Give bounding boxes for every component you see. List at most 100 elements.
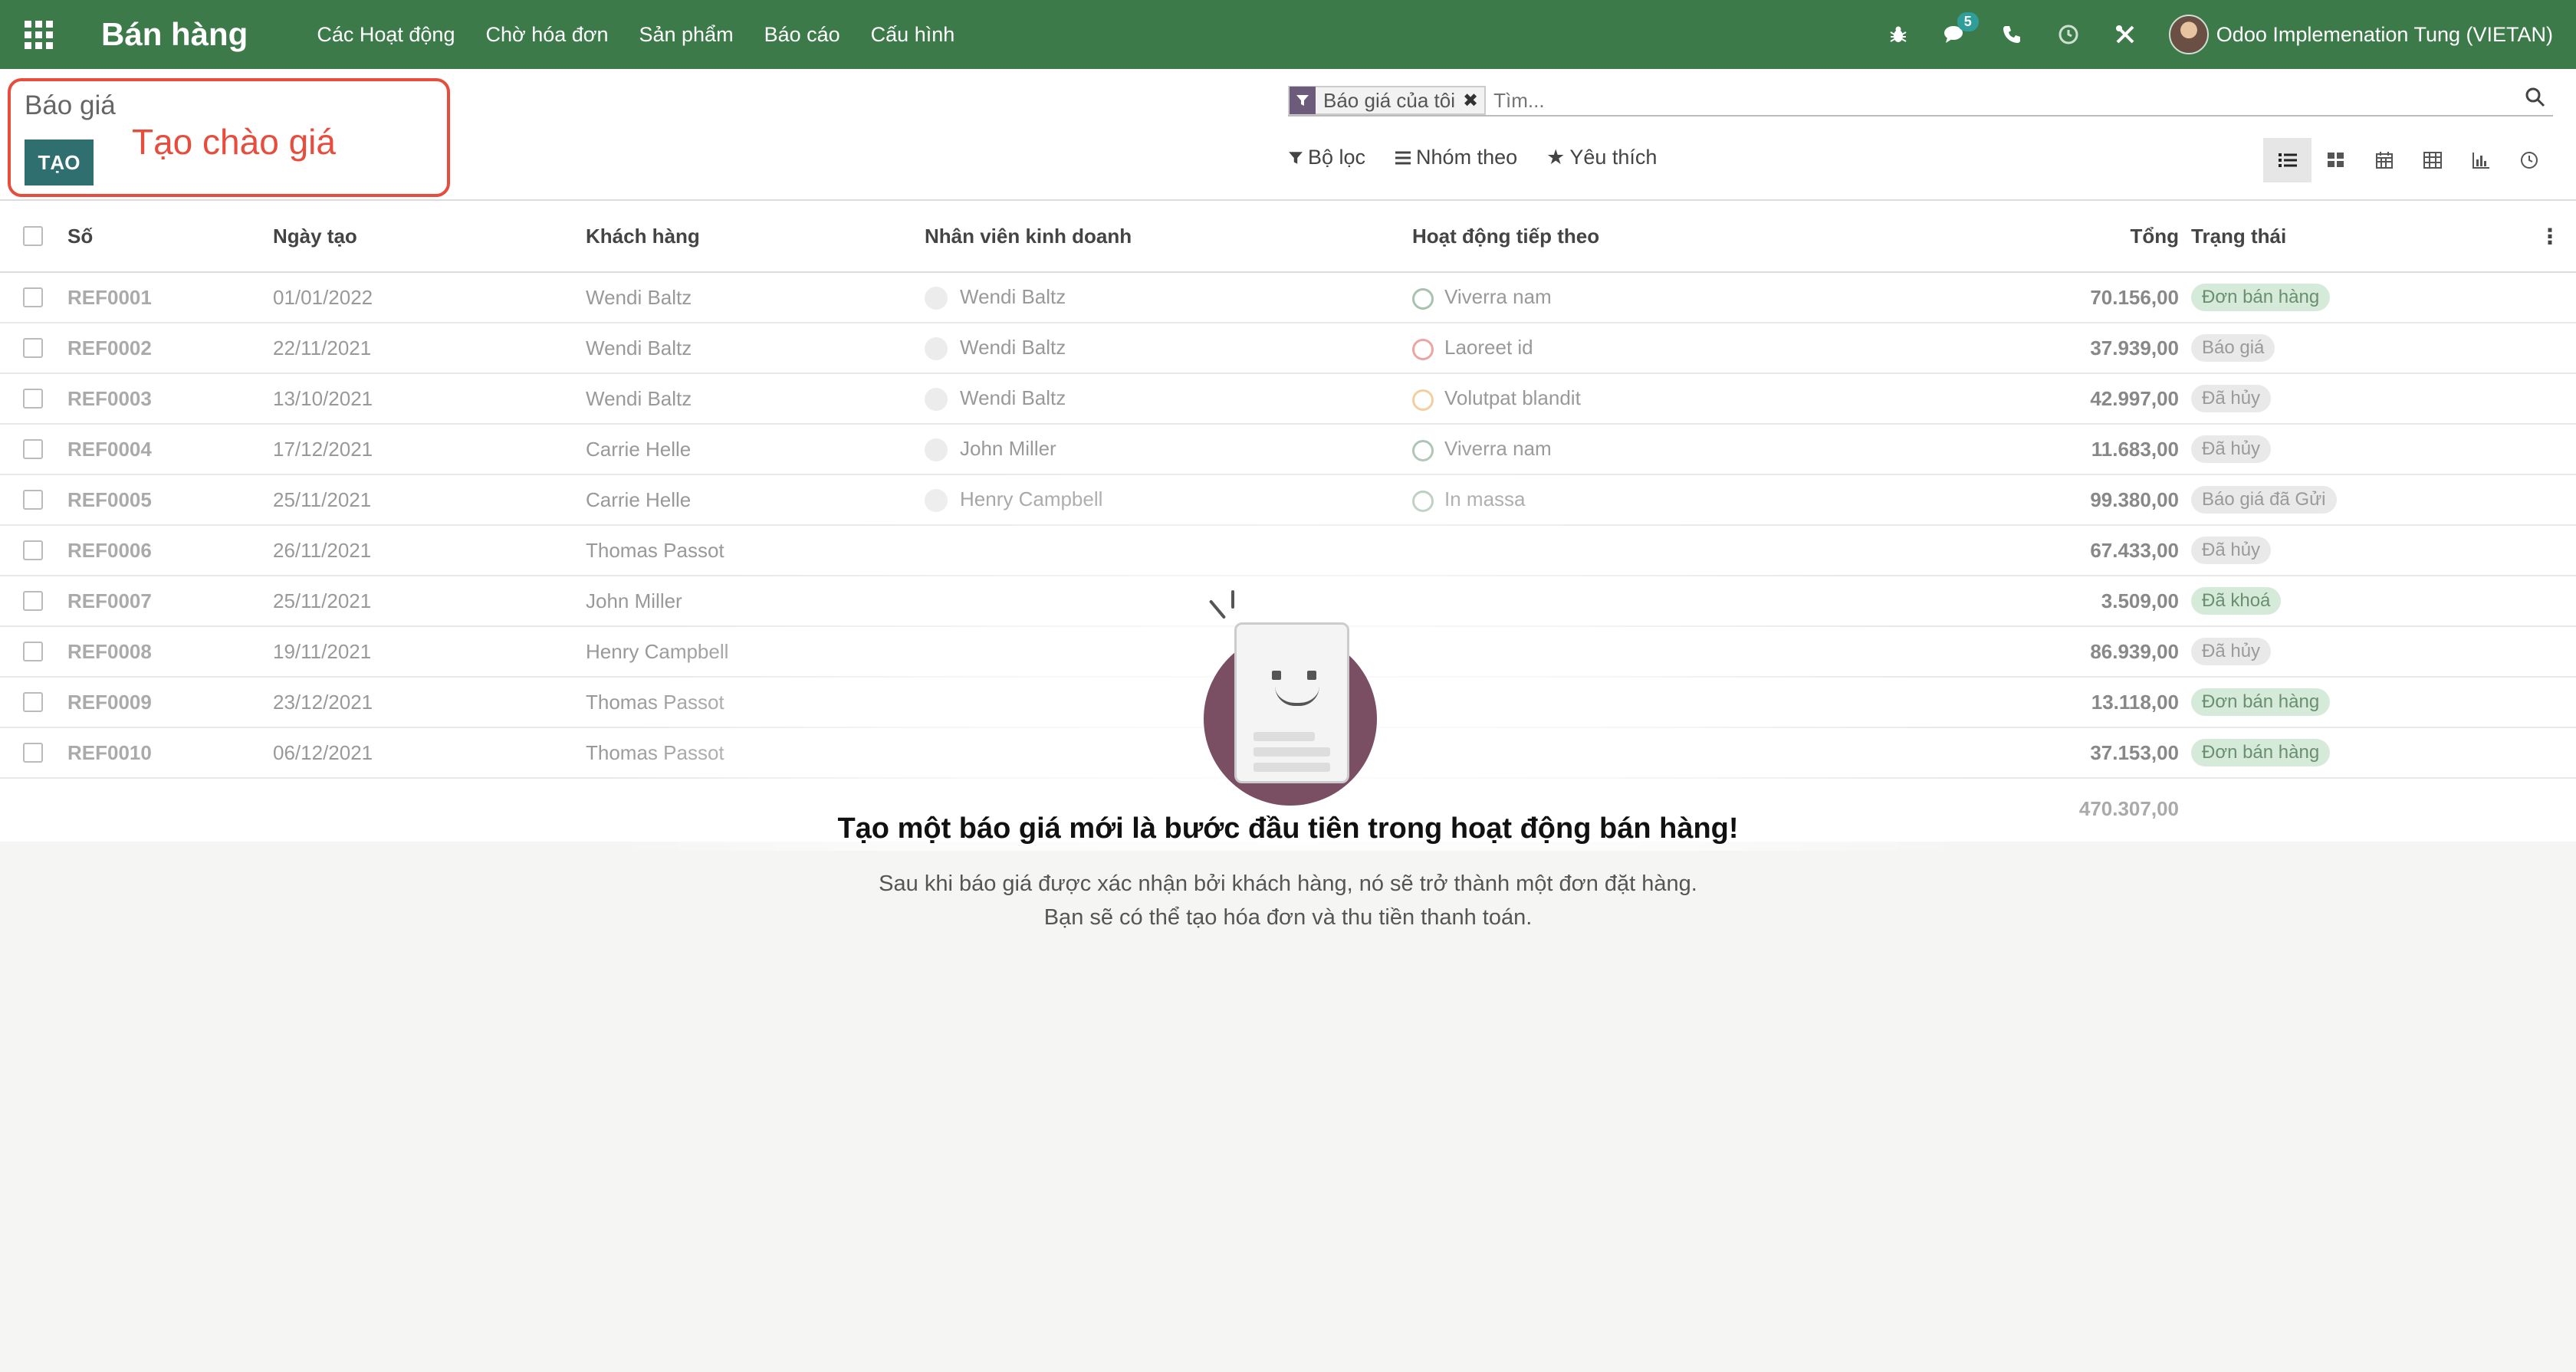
row-salesperson: Wendi Baltz: [925, 285, 1066, 310]
row-checkbox[interactable]: [23, 439, 43, 459]
camera-avatar-icon: [925, 388, 948, 412]
view-switcher: [2263, 138, 2553, 182]
header-customer[interactable]: Khách hàng: [586, 225, 700, 248]
header-total[interactable]: Tổng: [2130, 225, 2179, 248]
systray: 5 Odoo Implemenation Tung (VIETAN): [1885, 0, 2553, 69]
row-customer: Thomas Passot: [586, 538, 724, 562]
row-customer: Wendi Baltz: [586, 285, 692, 309]
user-name: Odoo Implemenation Tung (VIETAN): [2216, 22, 2553, 46]
status-badge: Đã hủy: [2191, 385, 2272, 412]
row-number: REF0002: [67, 336, 152, 359]
menu-item-reporting[interactable]: Báo cáo: [764, 23, 840, 47]
row-activity[interactable]: Viverra nam: [1412, 285, 1552, 310]
search-icon[interactable]: [2525, 87, 2553, 113]
select-all-checkbox[interactable]: [23, 226, 43, 246]
app-grid-icon[interactable]: [23, 19, 54, 50]
helper-title: Tạo một báo giá mới là bước đầu tiên tro…: [837, 812, 1739, 845]
header-salesperson[interactable]: Nhân viên kinh doanh: [925, 225, 1132, 248]
header-activity[interactable]: Hoạt động tiếp theo: [1412, 225, 1599, 248]
menu-item-configuration[interactable]: Cấu hình: [871, 23, 955, 47]
row-customer: Wendi Baltz: [586, 336, 692, 359]
pivot-view-icon[interactable]: [2408, 138, 2456, 182]
activity-clock-icon: [1412, 439, 1434, 461]
row-total: 11.683,00: [2091, 437, 2179, 461]
row-salesperson: John Miller: [925, 437, 1056, 462]
row-number: REF0004: [67, 437, 152, 461]
table-header: Số Ngày tạo Khách hàng Nhân viên kinh do…: [0, 201, 2576, 273]
search-bar: Báo giá của tôi ✖: [1288, 86, 2553, 117]
user-avatar-icon: [925, 438, 948, 462]
row-number: REF0001: [67, 285, 152, 309]
table-row[interactable]: REF0001 01/01/2022 Wendi Baltz Wendi Bal…: [0, 273, 2576, 323]
tools-icon[interactable]: [2112, 21, 2138, 48]
table-row[interactable]: REF0002 22/11/2021 Wendi Baltz Wendi Bal…: [0, 323, 2576, 374]
header-date[interactable]: Ngày tạo: [273, 225, 357, 248]
row-checkbox[interactable]: [23, 540, 43, 560]
header-status[interactable]: Trạng thái: [2191, 225, 2286, 248]
top-navbar: Bán hàng Các Hoạt động Chờ hóa đơn Sản p…: [0, 0, 2576, 69]
calendar-view-icon[interactable]: [2360, 138, 2408, 182]
row-date: 13/10/2021: [273, 386, 373, 410]
table-row[interactable]: REF0004 17/12/2021 Carrie Helle John Mil…: [0, 425, 2576, 475]
menu-item-to-invoice[interactable]: Chờ hóa đơn: [485, 23, 608, 47]
optional-columns-icon[interactable]: ⋮: [2539, 224, 2561, 249]
control-panel: Báo giá TẠO Tạo chào giá Báo giá của tôi…: [0, 69, 2576, 201]
row-salesperson: Wendi Baltz: [925, 386, 1066, 412]
smiling-document-illustration: [1196, 590, 1380, 806]
table-row[interactable]: REF0003 13/10/2021 Wendi Baltz Wendi Bal…: [0, 374, 2576, 425]
row-activity[interactable]: Volutpat blandit: [1412, 386, 1581, 411]
status-badge: Báo giá: [2191, 334, 2275, 362]
row-checkbox[interactable]: [23, 287, 43, 307]
row-date: 22/11/2021: [273, 336, 372, 359]
row-checkbox[interactable]: [23, 389, 43, 409]
activity-clock-icon: [1412, 490, 1434, 512]
row-total: 37.939,00: [2090, 336, 2179, 359]
row-number: REF0006: [67, 538, 152, 562]
table-row[interactable]: REF0005 25/11/2021 Carrie Helle Henry Ca…: [0, 475, 2576, 526]
activity-clock-icon: [1412, 338, 1434, 360]
kanban-view-icon[interactable]: [2312, 138, 2360, 182]
app-title[interactable]: Bán hàng: [101, 16, 248, 53]
groupby-dropdown[interactable]: Nhóm theo: [1395, 146, 1517, 169]
table-row[interactable]: REF0006 26/11/2021 Thomas Passot 67.433,…: [0, 526, 2576, 576]
menu-item-products[interactable]: Sản phẩm: [639, 23, 733, 47]
favorites-dropdown[interactable]: ★ Yêu thích: [1546, 146, 1657, 169]
row-total: 67.433,00: [2090, 538, 2179, 562]
user-avatar-icon: [925, 489, 948, 513]
debug-bug-icon[interactable]: [1885, 21, 1911, 48]
filters-label: Bộ lọc: [1308, 146, 1366, 169]
row-checkbox[interactable]: [23, 338, 43, 358]
camera-avatar-icon: [925, 287, 948, 310]
search-options: Bộ lọc Nhóm theo ★ Yêu thích: [1288, 146, 1657, 169]
row-number: REF0003: [67, 386, 152, 410]
facet-remove-icon[interactable]: ✖: [1463, 90, 1484, 112]
row-checkbox[interactable]: [23, 490, 43, 510]
status-badge: Đã hủy: [2191, 537, 2272, 564]
header-number[interactable]: Số: [67, 225, 93, 248]
activity-clock-icon[interactable]: [2055, 21, 2082, 48]
row-total: 42.997,00: [2090, 386, 2179, 410]
activity-view-icon[interactable]: [2505, 138, 2553, 182]
helper-description: Sau khi báo giá được xác nhận bởi khách …: [879, 871, 1697, 930]
row-activity[interactable]: In massa: [1412, 487, 1526, 512]
filters-dropdown[interactable]: Bộ lọc: [1288, 146, 1365, 169]
row-activity[interactable]: Laoreet id: [1412, 336, 1533, 360]
breadcrumb: Báo giá: [25, 90, 116, 120]
list-bars-icon: [1395, 151, 1411, 164]
row-activity[interactable]: Viverra nam: [1412, 437, 1552, 461]
search-input[interactable]: [1493, 88, 2525, 113]
list-view-icon[interactable]: [2263, 138, 2312, 182]
phone-icon[interactable]: [1999, 21, 2025, 48]
avatar: [2168, 15, 2209, 54]
user-menu[interactable]: Odoo Implemenation Tung (VIETAN): [2168, 15, 2553, 54]
messages-icon[interactable]: 5: [1942, 12, 1979, 48]
create-button[interactable]: TẠO: [25, 139, 94, 185]
filter-icon: [1290, 87, 1316, 114]
row-number: REF0005: [67, 487, 152, 511]
graph-view-icon[interactable]: [2456, 138, 2505, 182]
row-customer: Carrie Helle: [586, 437, 692, 461]
menu-item-activities[interactable]: Các Hoạt động: [317, 23, 455, 47]
facet-label: Báo giá của tôi: [1323, 88, 1456, 112]
messages-count-badge: 5: [1957, 12, 1979, 31]
annotation-text: Tạo chào giá: [132, 122, 336, 162]
